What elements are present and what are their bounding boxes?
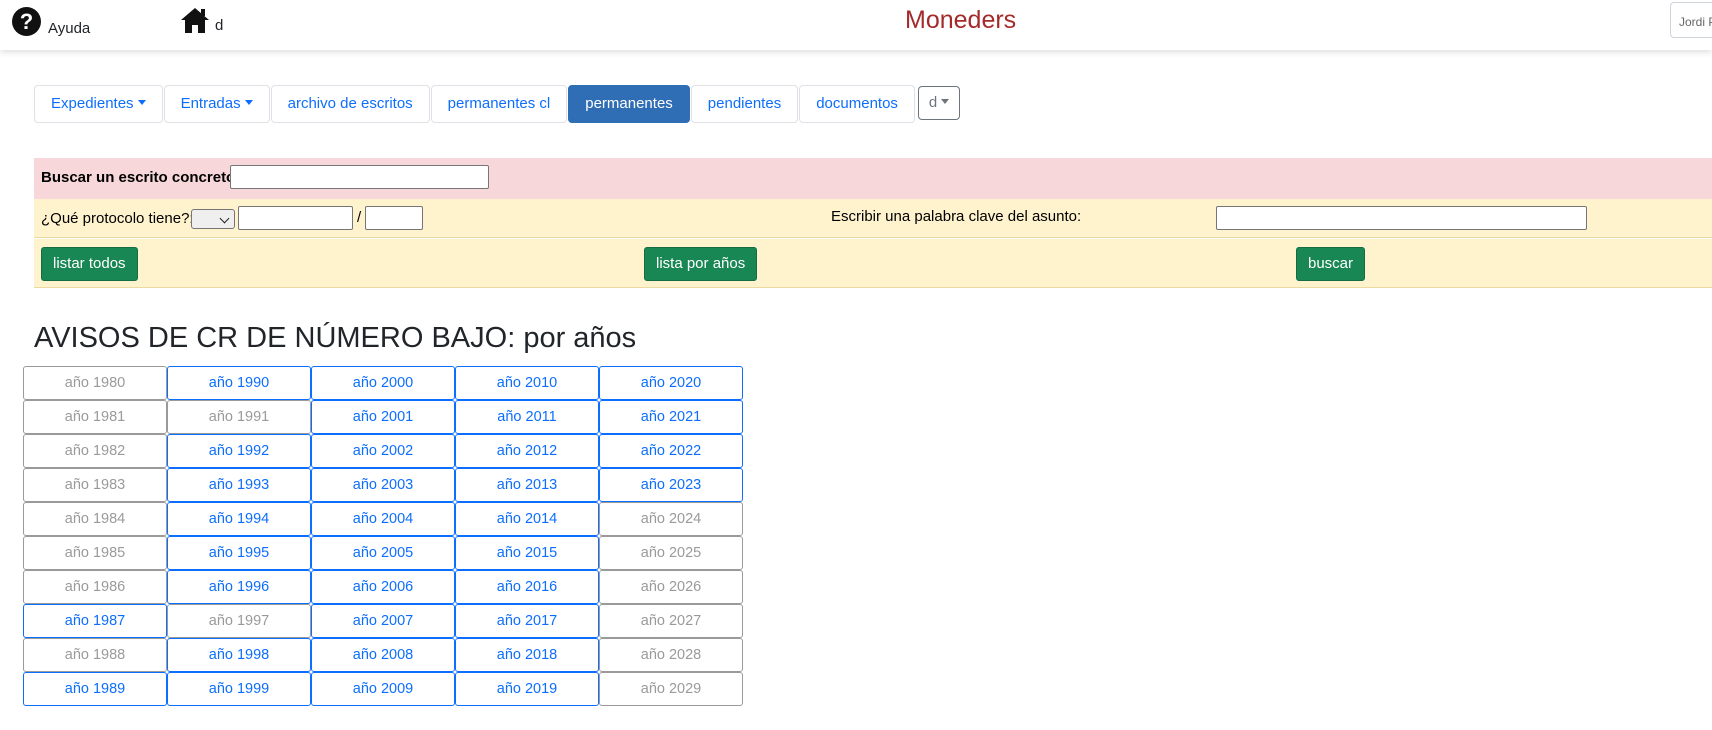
- search-button[interactable]: buscar: [1296, 247, 1366, 281]
- year-button[interactable]: año 1987: [23, 604, 167, 638]
- protocol-number-input[interactable]: [238, 206, 353, 230]
- nav-extra-dropdown-label: d: [928, 94, 938, 111]
- year-button[interactable]: año 1996: [167, 570, 311, 604]
- protocol-row: ¿Qué protocolo tiene?: / Escribir una pa…: [34, 199, 1712, 238]
- user-menu[interactable]: Jordi P: [1670, 2, 1712, 38]
- year-button[interactable]: año 1988: [23, 638, 167, 672]
- year-button[interactable]: año 2017: [455, 604, 599, 638]
- app-title: Moneders: [905, 6, 1017, 34]
- help-label: Ayuda: [48, 20, 91, 37]
- nav-pendientes[interactable]: pendientes: [690, 85, 799, 123]
- nav-entradas[interactable]: Entradas: [163, 85, 270, 123]
- year-button[interactable]: año 2020: [599, 366, 743, 400]
- year-button[interactable]: año 2023: [599, 468, 743, 502]
- year-button[interactable]: año 2012: [455, 434, 599, 468]
- year-button[interactable]: año 2011: [455, 400, 599, 434]
- nav-expedientes-label: Expedientes: [51, 95, 134, 112]
- main-nav: Expedientes Entradas archivo de escritos…: [34, 85, 961, 123]
- year-button[interactable]: año 2021: [599, 400, 743, 434]
- protocol-separator: /: [357, 209, 362, 226]
- year-button[interactable]: año 2026: [599, 570, 743, 604]
- year-button[interactable]: año 1999: [167, 672, 311, 706]
- year-grid: año 1980 año 1990 año 2000 año 2010 año 2020…: [23, 366, 743, 706]
- year-button[interactable]: año 2015: [455, 536, 599, 570]
- nav-permanentes-cl[interactable]: permanentes cl: [430, 85, 568, 123]
- year-button[interactable]: año 1995: [167, 536, 311, 570]
- year-button[interactable]: año 2009: [311, 672, 455, 706]
- concrete-search-row: Buscar un escrito concreto: [34, 158, 1712, 199]
- caret-down-icon: [941, 99, 950, 104]
- year-button[interactable]: año 2018: [455, 638, 599, 672]
- year-button[interactable]: año 1991: [167, 400, 311, 434]
- year-button[interactable]: año 1997: [167, 604, 311, 638]
- year-button[interactable]: año 1980: [23, 366, 167, 400]
- actions-row: listar todos lista por años buscar: [34, 239, 1712, 288]
- year-button[interactable]: año 2024: [599, 502, 743, 536]
- help-link[interactable]: ? Ayuda: [12, 6, 90, 37]
- protocol-label: ¿Qué protocolo tiene?:: [41, 210, 194, 227]
- year-button[interactable]: año 2000: [311, 366, 455, 400]
- keyword-input[interactable]: [1216, 206, 1587, 230]
- section-title: AVISOS DE CR DE NÚMERO BAJO: por años: [34, 322, 637, 354]
- year-button[interactable]: año 2019: [455, 672, 599, 706]
- year-button[interactable]: año 2004: [311, 502, 455, 536]
- year-button[interactable]: año 1994: [167, 502, 311, 536]
- nav-permanentes[interactable]: permanentes: [568, 85, 690, 123]
- question-circle-icon: ?: [12, 7, 41, 36]
- caret-down-icon: [137, 100, 146, 105]
- year-button[interactable]: año 1993: [167, 468, 311, 502]
- caret-down-icon: [244, 100, 253, 105]
- chevron-down-icon: [219, 213, 230, 224]
- nav-documentos[interactable]: documentos: [799, 85, 915, 123]
- year-button[interactable]: año 1984: [23, 502, 167, 536]
- year-button[interactable]: año 1983: [23, 468, 167, 502]
- home-icon: [181, 8, 209, 33]
- year-button[interactable]: año 1985: [23, 536, 167, 570]
- protocol-select[interactable]: [191, 209, 235, 229]
- protocol-year-input[interactable]: [365, 206, 423, 230]
- year-button[interactable]: año 2025: [599, 536, 743, 570]
- year-button[interactable]: año 2003: [311, 468, 455, 502]
- nav-expedientes[interactable]: Expedientes: [34, 85, 163, 123]
- year-button[interactable]: año 2029: [599, 672, 743, 706]
- year-button[interactable]: año 2002: [311, 434, 455, 468]
- year-button[interactable]: año 2001: [311, 400, 455, 434]
- year-button[interactable]: año 2008: [311, 638, 455, 672]
- concrete-search-label: Buscar un escrito concreto: [41, 169, 236, 186]
- list-by-years-button[interactable]: lista por años: [644, 247, 758, 281]
- year-button[interactable]: año 2028: [599, 638, 743, 672]
- year-button[interactable]: año 2010: [455, 366, 599, 400]
- year-button[interactable]: año 1992: [167, 434, 311, 468]
- year-button[interactable]: año 2014: [455, 502, 599, 536]
- year-button[interactable]: año 2013: [455, 468, 599, 502]
- year-button[interactable]: año 1989: [23, 672, 167, 706]
- nav-extra-dropdown[interactable]: d: [917, 86, 961, 120]
- home-label: d: [215, 17, 224, 34]
- year-button[interactable]: año 1986: [23, 570, 167, 604]
- concrete-search-input[interactable]: [230, 165, 489, 189]
- list-all-button[interactable]: listar todos: [41, 247, 138, 281]
- year-button[interactable]: año 1990: [167, 366, 311, 400]
- year-button[interactable]: año 2022: [599, 434, 743, 468]
- year-button[interactable]: año 2007: [311, 604, 455, 638]
- year-button[interactable]: año 1982: [23, 434, 167, 468]
- year-button[interactable]: año 2027: [599, 604, 743, 638]
- home-link[interactable]: d: [179, 6, 223, 34]
- nav-archivo-escritos[interactable]: archivo de escritos: [270, 85, 430, 123]
- year-button[interactable]: año 2006: [311, 570, 455, 604]
- nav-entradas-label: Entradas: [180, 95, 241, 112]
- year-button[interactable]: año 2016: [455, 570, 599, 604]
- top-header: ? Ayuda d Moneders Jordi P: [0, 0, 1712, 50]
- year-button[interactable]: año 2005: [311, 536, 455, 570]
- year-button[interactable]: año 1998: [167, 638, 311, 672]
- year-button[interactable]: año 1981: [23, 400, 167, 434]
- keyword-label: Escribir una palabra clave del asunto:: [831, 208, 1082, 225]
